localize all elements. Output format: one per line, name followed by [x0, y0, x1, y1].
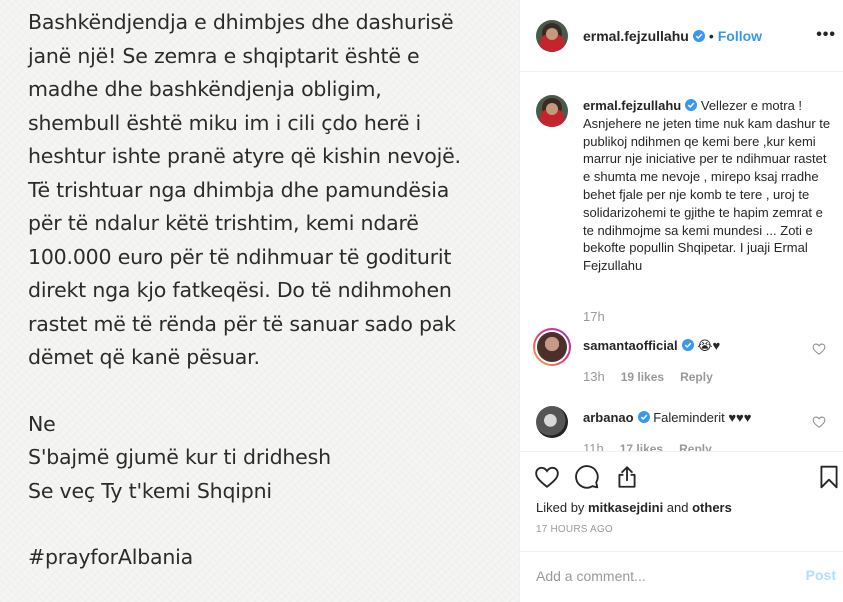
liked-by-prefix: Liked by	[536, 500, 589, 515]
header-author: ermal.fejzullahu • Follow	[583, 28, 762, 44]
post-header: ermal.fejzullahu • Follow •••	[520, 0, 843, 72]
comment-time[interactable]: 11h	[583, 441, 604, 451]
header-separator: •	[708, 28, 714, 44]
comment-time[interactable]: 13h	[583, 369, 605, 384]
post-image[interactable]: Bashkëndjendja e dhimbjes dhe dashurisë …	[0, 0, 519, 602]
add-comment-bar: Post	[520, 551, 843, 602]
comment-reply-button[interactable]: Reply	[679, 442, 712, 451]
post-actions: Liked by mitkasejdini and others 17 HOUR…	[520, 451, 843, 551]
liked-by: Liked by mitkasejdini and others	[536, 500, 732, 515]
post-image-hashtag: #prayforAlbania	[28, 545, 194, 569]
follow-button[interactable]: Follow	[718, 28, 762, 44]
verified-badge-icon	[637, 411, 650, 423]
post-timestamp[interactable]: 17 HOURS AGO	[536, 524, 613, 535]
like-heart-icon[interactable]	[534, 464, 560, 490]
post-comment-button[interactable]: Post	[806, 567, 836, 583]
caption-time[interactable]: 17h	[583, 309, 605, 324]
comments-list[interactable]: ermal.fejzullahu Vellezer e motra ! Asnj…	[520, 73, 843, 451]
comment-username[interactable]: samantaofficial	[583, 338, 678, 353]
post-side-panel: ermal.fejzullahu • Follow ••• ermal.fejzul…	[519, 0, 843, 602]
comment-reply-button[interactable]: Reply	[680, 370, 713, 384]
verified-badge-icon	[685, 99, 698, 111]
liked-by-user[interactable]: mitkasejdini	[588, 500, 663, 515]
post-image-paragraph-2: Ne S'bajmë gjumë kur ti dridhesh Se veç …	[28, 411, 331, 503]
verified-badge-icon	[681, 339, 694, 351]
caption-username[interactable]: ermal.fejzullahu	[583, 98, 681, 113]
comment-text: 😭♥	[697, 338, 721, 353]
post-image-paragraph-1: Bashkëndjendja e dhimbjes dhe dashurisë …	[28, 10, 461, 369]
comment-like-heart-icon[interactable]	[812, 342, 826, 356]
author-username[interactable]: ermal.fejzullahu	[583, 28, 689, 44]
comment-username[interactable]: arbanao	[583, 410, 634, 425]
comment-row: samantaofficial 😭♥	[583, 338, 720, 354]
save-bookmark-icon[interactable]	[816, 464, 842, 490]
comment-bubble-icon[interactable]	[574, 464, 600, 490]
author-avatar[interactable]	[536, 20, 568, 52]
comment-avatar-story-ring[interactable]	[533, 328, 571, 366]
post-image-text: Bashkëndjendja e dhimbjes dhe dashurisë …	[28, 6, 508, 575]
comment-row: arbanao Faleminderit ♥♥♥	[583, 410, 752, 425]
comment-avatar[interactable]	[536, 406, 568, 438]
caption-text: Vellezer e motra ! Asnjehere ne jeten ti…	[583, 98, 831, 274]
verified-badge-icon	[692, 30, 705, 42]
comment-text: Faleminderit ♥♥♥	[653, 410, 752, 425]
liked-by-others[interactable]: others	[692, 500, 732, 515]
comment-like-heart-icon[interactable]	[812, 415, 826, 429]
comment-meta: 11h 17 likes Reply	[583, 441, 712, 451]
more-options-icon[interactable]: •••	[816, 26, 836, 44]
share-icon[interactable]	[614, 464, 640, 490]
comment-meta: 13h 19 likes Reply	[583, 369, 713, 384]
liked-by-and: and	[663, 500, 693, 515]
comment-likes-count[interactable]: 19 likes	[621, 370, 664, 384]
post-caption: ermal.fejzullahu Vellezer e motra ! Asnj…	[583, 97, 833, 275]
comment-input[interactable]	[536, 566, 786, 586]
caption-author-avatar[interactable]	[536, 95, 568, 127]
comment-likes-count[interactable]: 17 likes	[620, 442, 663, 451]
